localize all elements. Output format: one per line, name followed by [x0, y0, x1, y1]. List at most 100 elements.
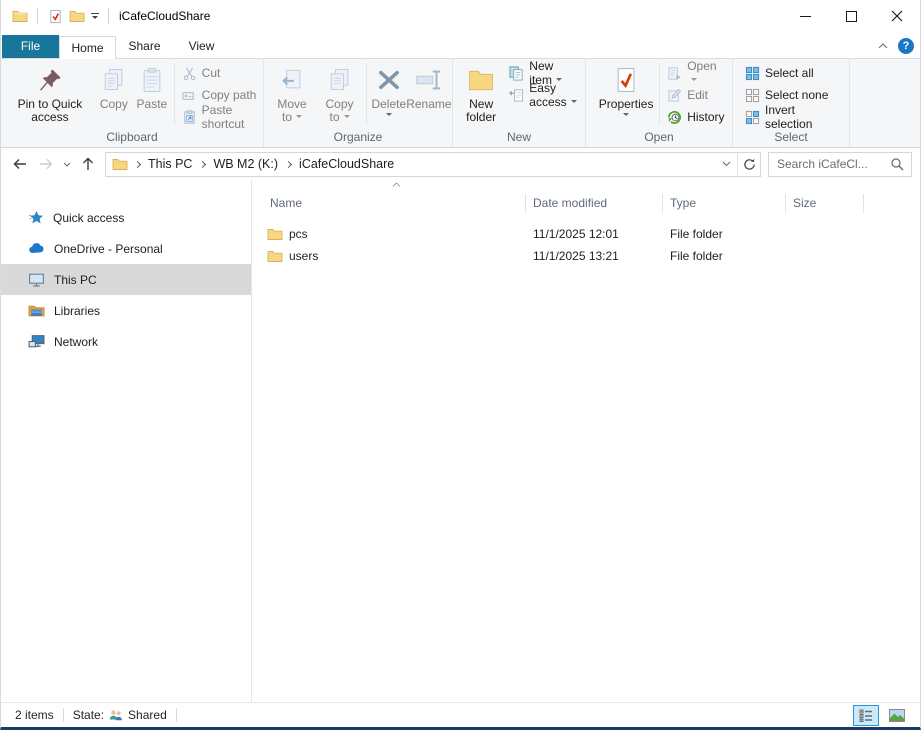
column-header-name[interactable]: Name	[263, 194, 526, 213]
this-pc-monitor-icon	[28, 271, 45, 288]
properties-icon	[610, 64, 642, 96]
breadcrumb-chevron-icon	[134, 160, 141, 167]
caption-buttons	[782, 0, 920, 32]
group-label-organize: Organize	[264, 129, 452, 147]
column-header-size[interactable]: Size	[786, 194, 864, 213]
sidebar-item-label: Libraries	[54, 304, 100, 318]
paste-shortcut-button[interactable]: Paste shortcut	[178, 106, 261, 128]
column-headers: Name Date modified Type Size	[252, 192, 920, 214]
onedrive-cloud-icon	[28, 240, 45, 257]
copy-path-icon	[182, 88, 197, 103]
qat-customize-icon[interactable]	[88, 12, 102, 21]
breadcrumb-current-folder[interactable]: iCafeCloudShare	[294, 157, 399, 171]
divider	[174, 63, 175, 125]
button-label: Copy to	[319, 98, 360, 124]
dropdown-arrow-icon	[386, 113, 392, 119]
address-bar[interactable]: This PC WB M2 (K:) iCafeCloudShare	[105, 152, 761, 177]
sort-ascending-icon	[392, 182, 401, 187]
up-button[interactable]	[75, 151, 101, 177]
sidebar-item-libraries[interactable]: Libraries	[1, 295, 251, 326]
refresh-button[interactable]	[737, 153, 760, 176]
title-bar: iCafeCloudShare	[1, 0, 920, 32]
folder-icon	[267, 226, 283, 242]
help-icon[interactable]: ?	[898, 38, 914, 54]
column-header-type[interactable]: Type	[663, 194, 786, 213]
maximize-button[interactable]	[828, 0, 874, 32]
column-header-date-modified[interactable]: Date modified	[526, 194, 663, 213]
status-bar: 2 items State: Shared	[1, 702, 920, 727]
tab-view[interactable]: View	[173, 35, 230, 58]
breadcrumb-chevron-icon	[199, 160, 206, 167]
button-label: Delete	[371, 98, 406, 111]
button-label: Easy access	[529, 81, 579, 109]
items-count: 2 items	[15, 708, 54, 722]
file-type: File folder	[663, 249, 786, 263]
recent-locations-icon[interactable]	[59, 151, 75, 177]
address-dropdown-icon[interactable]	[715, 153, 737, 176]
explorer-window: iCafeCloudShare File Home Share View ?	[0, 0, 921, 730]
qat-properties-icon[interactable]	[44, 4, 66, 28]
select-all-button[interactable]: Select all	[741, 62, 847, 84]
collapse-ribbon-icon[interactable]	[878, 43, 888, 49]
rename-button[interactable]: Rename	[408, 61, 450, 111]
sidebar-item-network[interactable]: Network	[1, 326, 251, 357]
edit-button[interactable]: Edit	[663, 84, 730, 106]
copy-to-button[interactable]: Copy to	[316, 61, 363, 124]
button-label: Properties	[599, 98, 654, 111]
search-icon[interactable]	[888, 157, 911, 171]
address-folder-icon	[106, 156, 132, 172]
copy-button[interactable]: Copy	[95, 61, 133, 111]
paste-button[interactable]: Paste	[133, 61, 171, 111]
ribbon-tabs: File Home Share View ?	[1, 32, 920, 58]
pin-to-quick-access-button[interactable]: Pin to Quick access	[5, 61, 95, 124]
breadcrumb-this-pc[interactable]: This PC	[143, 157, 197, 171]
invert-selection-button[interactable]: Invert selection	[741, 106, 847, 128]
ribbon-group-organize: Move to Copy to Delete	[264, 59, 453, 147]
button-label: Copy	[100, 98, 128, 111]
state-label: State:	[73, 708, 104, 722]
open-button[interactable]: Open	[663, 62, 730, 84]
close-button[interactable]	[874, 0, 920, 32]
pin-icon	[34, 64, 66, 96]
forward-button[interactable]	[33, 151, 59, 177]
thumbnails-view-button[interactable]	[884, 705, 910, 726]
new-folder-button[interactable]: New folder	[457, 61, 505, 124]
move-to-button[interactable]: Move to	[268, 61, 316, 124]
tab-file[interactable]: File	[2, 35, 59, 58]
minimize-button[interactable]	[782, 0, 828, 32]
select-none-icon	[745, 88, 760, 103]
sidebar-item-onedrive[interactable]: OneDrive - Personal	[1, 233, 251, 264]
delete-icon	[373, 64, 405, 96]
button-label: Invert selection	[765, 103, 843, 131]
shared-people-icon	[108, 708, 124, 723]
qat-new-folder-icon[interactable]	[66, 4, 88, 28]
history-button[interactable]: History	[663, 106, 730, 128]
breadcrumb-drive[interactable]: WB M2 (K:)	[208, 157, 283, 171]
button-label: History	[687, 110, 724, 124]
navigation-pane: Quick access OneDrive - Personal This PC…	[1, 180, 252, 702]
cut-button[interactable]: Cut	[178, 62, 261, 84]
window-folder-icon[interactable]	[9, 4, 31, 28]
sidebar-item-quick-access[interactable]: Quick access	[1, 202, 251, 233]
quick-access-star-icon	[28, 210, 44, 226]
properties-button[interactable]: Properties	[596, 61, 656, 119]
invert-selection-icon	[745, 110, 760, 125]
divider	[108, 8, 109, 24]
back-button[interactable]	[7, 151, 33, 177]
button-label: Select none	[765, 88, 828, 102]
file-row[interactable]: pcs 11/1/2025 12:01 File folder	[252, 223, 920, 244]
ribbon-group-open: Properties Open Edit	[586, 59, 733, 147]
cut-icon	[182, 66, 197, 81]
tab-share[interactable]: Share	[116, 35, 173, 58]
search-input[interactable]	[769, 157, 888, 171]
easy-access-button[interactable]: Easy access	[505, 84, 583, 106]
tab-home[interactable]: Home	[59, 36, 116, 59]
button-label: Paste	[137, 98, 168, 111]
sidebar-item-this-pc[interactable]: This PC	[1, 264, 251, 295]
paste-icon	[136, 64, 168, 96]
file-row[interactable]: users 11/1/2025 13:21 File folder	[252, 245, 920, 266]
delete-button[interactable]: Delete	[370, 61, 408, 119]
details-view-button[interactable]	[853, 705, 879, 726]
folder-icon	[267, 248, 283, 264]
file-list-pane: Name Date modified Type Size pcs 11/1/20…	[252, 180, 920, 702]
